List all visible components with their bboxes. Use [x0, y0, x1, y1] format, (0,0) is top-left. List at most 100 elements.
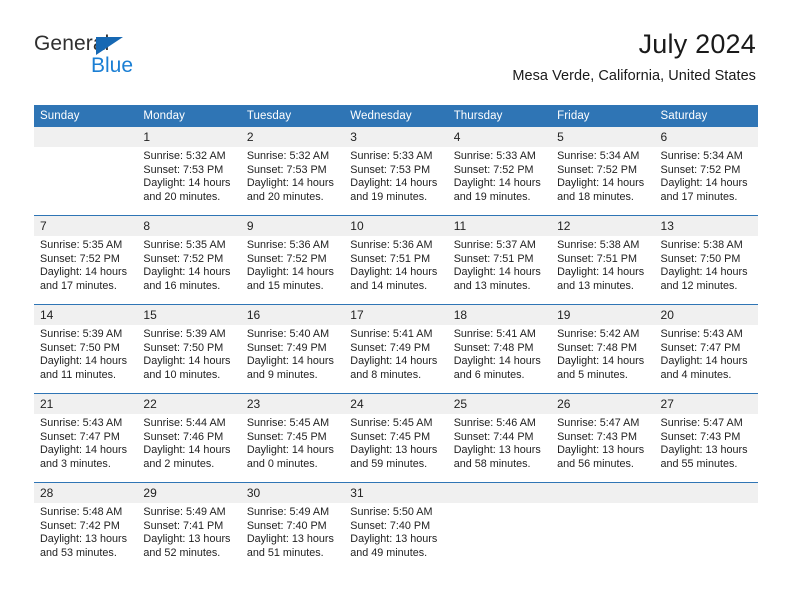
day-cell[interactable]: 7 Sunrise: 5:35 AM Sunset: 7:52 PM Daylight… — [34, 215, 138, 305]
day-details: Sunrise: 5:45 AM Sunset: 7:45 PM Daylight:… — [344, 414, 447, 471]
day-cell[interactable] — [447, 482, 552, 571]
day-cell[interactable]: 18 Sunrise: 5:41 AM Sunset: 7:48 PM Dayligh… — [447, 304, 552, 394]
day-cell[interactable] — [551, 482, 655, 571]
daylight-text: Daylight: 14 hours and 3 minutes. — [40, 444, 128, 470]
day-cell[interactable]: 22 Sunrise: 5:44 AM Sunset: 7:46 PM Dayligh… — [137, 393, 241, 483]
day-cell[interactable] — [34, 127, 138, 216]
day-cell[interactable]: 25 Sunrise: 5:46 AM Sunset: 7:44 PM Dayligh… — [447, 393, 552, 483]
daylight-text: Daylight: 14 hours and 19 minutes. — [453, 177, 541, 203]
daylight-text: Daylight: 14 hours and 10 minutes. — [143, 355, 231, 381]
day-details: Sunrise: 5:33 AM Sunset: 7:53 PM Daylight:… — [344, 147, 447, 204]
daylight-text: Daylight: 14 hours and 13 minutes. — [453, 266, 541, 292]
day-cell[interactable]: 26 Sunrise: 5:47 AM Sunset: 7:43 PM Dayligh… — [551, 393, 655, 483]
day-cell[interactable]: 16 Sunrise: 5:40 AM Sunset: 7:49 PM Dayligh… — [240, 304, 345, 394]
day-number — [551, 483, 655, 503]
sunrise-text: Sunrise: 5:49 AM — [143, 506, 226, 518]
sunset-text: Sunset: 7:52 PM — [453, 163, 534, 176]
daylight-text: Daylight: 14 hours and 17 minutes. — [660, 177, 748, 203]
sunset-text: Sunset: 7:50 PM — [143, 341, 224, 354]
daylight-text: Daylight: 13 hours and 58 minutes. — [453, 444, 541, 470]
day-cell[interactable]: 5 Sunrise: 5:34 AM Sunset: 7:52 PM Daylight… — [551, 127, 655, 216]
sunset-text: Sunset: 7:52 PM — [660, 163, 741, 176]
daylight-text: Daylight: 14 hours and 20 minutes. — [143, 177, 231, 203]
page-title: July 2024 — [638, 29, 756, 59]
day-details: Sunrise: 5:46 AM Sunset: 7:44 PM Daylight:… — [448, 414, 551, 471]
day-cell[interactable]: 12 Sunrise: 5:38 AM Sunset: 7:51 PM Dayligh… — [551, 215, 655, 305]
day-details: Sunrise: 5:34 AM Sunset: 7:52 PM Daylight:… — [655, 147, 758, 204]
day-cell[interactable]: 8 Sunrise: 5:35 AM Sunset: 7:52 PM Daylight… — [137, 215, 241, 305]
day-cell[interactable]: 21 Sunrise: 5:43 AM Sunset: 7:47 PM Dayligh… — [34, 393, 138, 483]
day-cell[interactable]: 14 Sunrise: 5:39 AM Sunset: 7:50 PM Dayligh… — [34, 304, 138, 394]
daylight-text: Daylight: 13 hours and 52 minutes. — [143, 533, 231, 559]
day-cell[interactable]: 13 Sunrise: 5:38 AM Sunset: 7:50 PM Dayligh… — [654, 215, 758, 305]
day-cell[interactable]: 3 Sunrise: 5:33 AM Sunset: 7:53 PM Daylight… — [344, 127, 448, 216]
day-cell[interactable] — [654, 482, 758, 571]
daylight-text: Daylight: 14 hours and 19 minutes. — [350, 177, 438, 203]
sunrise-text: Sunrise: 5:32 AM — [246, 150, 330, 162]
day-cell[interactable]: 29 Sunrise: 5:49 AM Sunset: 7:41 PM Dayligh… — [137, 482, 241, 571]
day-details: Sunrise: 5:47 AM Sunset: 7:43 PM Daylight:… — [655, 414, 758, 471]
sunrise-text: Sunrise: 5:33 AM — [453, 150, 536, 162]
general-blue-logo[interactable]: General Blue — [34, 32, 214, 82]
day-cell[interactable]: 27 Sunrise: 5:47 AM Sunset: 7:43 PM Dayligh… — [654, 393, 758, 483]
day-details: Sunrise: 5:36 AM Sunset: 7:52 PM Daylight:… — [241, 236, 344, 293]
sunrise-text: Sunrise: 5:40 AM — [246, 328, 330, 340]
sunrise-text: Sunrise: 5:41 AM — [453, 328, 536, 340]
sunset-text: Sunset: 7:52 PM — [40, 252, 120, 265]
day-number: 6 — [654, 127, 758, 147]
sunrise-text: Sunrise: 5:46 AM — [453, 417, 536, 429]
day-number: 8 — [137, 216, 241, 236]
day-cell[interactable]: 2 Sunrise: 5:32 AM Sunset: 7:53 PM Daylight… — [240, 127, 345, 216]
sunrise-text: Sunrise: 5:33 AM — [350, 150, 433, 162]
sunset-text: Sunset: 7:43 PM — [557, 430, 637, 443]
day-cell[interactable]: 6 Sunrise: 5:34 AM Sunset: 7:52 PM Daylight… — [654, 127, 758, 216]
day-details: Sunrise: 5:40 AM Sunset: 7:49 PM Daylight:… — [241, 325, 344, 382]
day-cell[interactable]: 1 Sunrise: 5:32 AM Sunset: 7:53 PM Daylight… — [137, 127, 241, 216]
daylight-text: Daylight: 13 hours and 56 minutes. — [557, 444, 645, 470]
day-details: Sunrise: 5:38 AM Sunset: 7:51 PM Daylight:… — [551, 236, 654, 293]
day-cell[interactable]: 30 Sunrise: 5:49 AM Sunset: 7:40 PM Dayligh… — [240, 482, 345, 571]
day-details: Sunrise: 5:43 AM Sunset: 7:47 PM Daylight:… — [34, 414, 137, 471]
day-cell[interactable]: 28 Sunrise: 5:48 AM Sunset: 7:42 PM Dayligh… — [34, 482, 138, 571]
sunset-text: Sunset: 7:41 PM — [143, 519, 224, 532]
sunset-text: Sunset: 7:47 PM — [660, 341, 741, 354]
day-details — [551, 503, 654, 506]
sunrise-text: Sunrise: 5:44 AM — [143, 417, 226, 429]
day-cell[interactable]: 15 Sunrise: 5:39 AM Sunset: 7:50 PM Dayligh… — [137, 304, 241, 394]
daylight-text: Daylight: 14 hours and 18 minutes. — [557, 177, 645, 203]
day-details: Sunrise: 5:50 AM Sunset: 7:40 PM Daylight:… — [344, 503, 447, 560]
sunset-text: Sunset: 7:40 PM — [246, 519, 327, 532]
day-cell[interactable]: 10 Sunrise: 5:36 AM Sunset: 7:51 PM Dayligh… — [344, 215, 448, 305]
day-number: 16 — [240, 305, 345, 325]
day-cell[interactable]: 4 Sunrise: 5:33 AM Sunset: 7:52 PM Daylight… — [447, 127, 552, 216]
sunrise-text: Sunrise: 5:38 AM — [557, 239, 640, 251]
daylight-text: Daylight: 14 hours and 6 minutes. — [453, 355, 541, 381]
day-number — [34, 127, 138, 147]
day-number: 31 — [344, 483, 448, 503]
daylight-text: Daylight: 13 hours and 53 minutes. — [40, 533, 128, 559]
day-details — [34, 147, 137, 150]
day-cell[interactable]: 9 Sunrise: 5:36 AM Sunset: 7:52 PM Daylight… — [240, 215, 345, 305]
day-number: 2 — [240, 127, 345, 147]
daylight-text: Daylight: 14 hours and 8 minutes. — [350, 355, 438, 381]
day-cell[interactable]: 20 Sunrise: 5:43 AM Sunset: 7:47 PM Dayligh… — [654, 304, 758, 394]
day-cell[interactable]: 31 Sunrise: 5:50 AM Sunset: 7:40 PM Dayligh… — [344, 482, 448, 571]
day-details: Sunrise: 5:38 AM Sunset: 7:50 PM Daylight:… — [655, 236, 758, 293]
sunrise-text: Sunrise: 5:35 AM — [40, 239, 123, 251]
day-cell[interactable]: 23 Sunrise: 5:45 AM Sunset: 7:45 PM Dayligh… — [240, 393, 345, 483]
day-cell[interactable]: 11 Sunrise: 5:37 AM Sunset: 7:51 PM Dayligh… — [447, 215, 552, 305]
day-cell[interactable]: 19 Sunrise: 5:42 AM Sunset: 7:48 PM Dayligh… — [551, 304, 655, 394]
sunset-text: Sunset: 7:50 PM — [660, 252, 741, 265]
daylight-text: Daylight: 13 hours and 49 minutes. — [350, 533, 438, 559]
sunset-text: Sunset: 7:51 PM — [350, 252, 431, 265]
day-cell[interactable]: 17 Sunrise: 5:41 AM Sunset: 7:49 PM Dayligh… — [344, 304, 448, 394]
title-block: July 2024 Mesa Verde, California, United… — [512, 28, 756, 86]
sunset-text: Sunset: 7:40 PM — [350, 519, 431, 532]
sunrise-text: Sunrise: 5:38 AM — [660, 239, 743, 251]
day-number: 14 — [34, 305, 138, 325]
day-number: 15 — [137, 305, 241, 325]
day-cell[interactable]: 24 Sunrise: 5:45 AM Sunset: 7:45 PM Dayligh… — [344, 393, 448, 483]
logo-text-blue: Blue — [91, 54, 134, 77]
calendar-week-row: 1 Sunrise: 5:32 AM Sunset: 7:53 PM Daylight… — [34, 127, 758, 216]
day-number: 10 — [344, 216, 448, 236]
